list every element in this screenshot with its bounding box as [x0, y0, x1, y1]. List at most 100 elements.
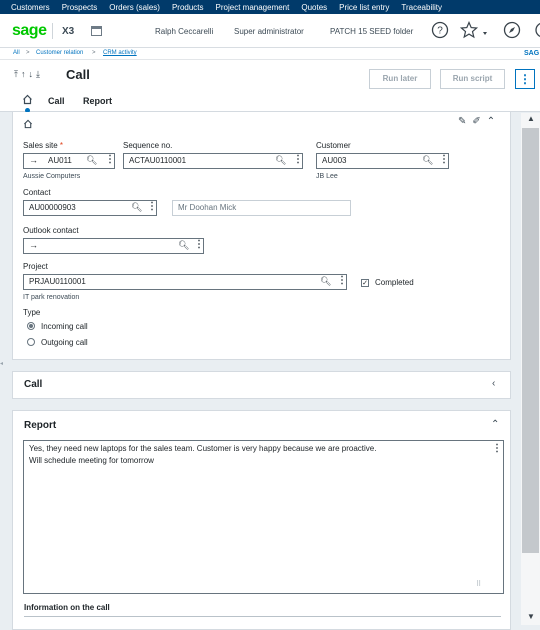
vertical-dots-icon[interactable]: ⋮: [439, 154, 449, 165]
nav-project-management[interactable]: Project management: [210, 3, 296, 12]
outlook-contact-field[interactable]: → 🔍︎ ⋮: [23, 238, 204, 254]
report-textarea[interactable]: Yes, they need new laptops for the sales…: [23, 440, 504, 594]
completed-label: Completed: [375, 278, 414, 287]
panel-resize-handle[interactable]: ◂: [0, 360, 3, 367]
contact-label: Contact: [23, 188, 51, 197]
tab-call[interactable]: Call: [48, 96, 65, 106]
chevron-down-icon: [483, 32, 487, 35]
nav-products[interactable]: Products: [166, 3, 210, 12]
calendar-icon[interactable]: [91, 26, 102, 36]
completed-checkbox[interactable]: ✓: [361, 279, 369, 287]
magnifier-icon[interactable]: 🔍︎: [86, 155, 97, 166]
sequence-label: Sequence no.: [123, 141, 173, 150]
vertical-dots-icon[interactable]: ⋮: [194, 239, 204, 250]
breadcrumb-separator-icon: >: [26, 50, 30, 56]
magnifier-icon[interactable]: 🔍︎: [275, 155, 286, 166]
project-description: IT park renovation: [23, 294, 80, 301]
customer-field[interactable]: AU003 🔍︎ ⋮: [316, 153, 449, 169]
customer-description: JB Lee: [316, 173, 338, 180]
sequence-value: ACTAU0110001: [129, 156, 187, 165]
breadcrumb-crm-activity[interactable]: CRM activity: [103, 50, 137, 56]
run-later-button[interactable]: Run later: [369, 69, 431, 89]
vertical-dots-icon[interactable]: ⋮: [293, 154, 303, 165]
sequence-field[interactable]: ACTAU0110001 🔍︎ ⋮: [123, 153, 303, 169]
arrow-right-icon: →: [29, 240, 38, 250]
pin-icon[interactable]: ✎: [458, 116, 472, 127]
page-title: Call: [66, 67, 90, 82]
logo-divider: [52, 23, 53, 39]
star-icon[interactable]: [460, 21, 488, 39]
breadcrumb-separator-icon: >: [92, 50, 96, 56]
more-actions-icon[interactable]: ⋮: [515, 69, 535, 89]
magnifier-icon[interactable]: 🔍︎: [131, 202, 142, 213]
arrow-right-icon: →: [29, 155, 38, 165]
sage-logo[interactable]: sage: [12, 22, 47, 40]
outgoing-call-label: Outgoing call: [41, 338, 88, 347]
call-section[interactable]: Call ‹: [12, 371, 511, 399]
nav-orders-sales[interactable]: Orders (sales): [103, 3, 166, 12]
outgoing-call-radio[interactable]: [27, 338, 35, 346]
incoming-call-radio[interactable]: [27, 322, 35, 330]
expand-chevron-icon[interactable]: ‹: [492, 378, 495, 389]
resize-grip-icon[interactable]: ⠿: [476, 580, 481, 588]
contact-name-value: Mr Doohan Mick: [178, 203, 237, 212]
app-header: sage X3 Ralph Ceccarelli Super administr…: [0, 14, 540, 48]
project-field[interactable]: PRJAU0110001 🔍︎ ⋮: [23, 274, 347, 290]
home-icon[interactable]: [22, 94, 33, 105]
magnifier-icon[interactable]: 🔍︎: [320, 276, 331, 287]
scroll-up-icon[interactable]: ▲: [527, 114, 535, 123]
info-on-call-title: Information on the call: [24, 603, 110, 612]
breadcrumb-overflow[interactable]: SAG: [524, 50, 539, 57]
vertical-dots-icon[interactable]: ⋮: [337, 275, 347, 286]
help-icon[interactable]: ?: [431, 21, 449, 39]
project-value: PRJAU0110001: [29, 277, 86, 286]
svg-text:?: ?: [437, 26, 443, 37]
user-name[interactable]: Ralph Ceccarelli: [155, 27, 213, 36]
customer-value: AU003: [322, 156, 347, 165]
page-toolbar: ⤒↑↓⤓ Call Run later Run script ⋮ Call Re…: [0, 60, 540, 113]
vertical-dots-icon[interactable]: ⋮: [147, 201, 157, 212]
sales-site-label: Sales site *: [23, 141, 64, 150]
run-script-button[interactable]: Run script: [440, 69, 505, 89]
vertical-dots-icon[interactable]: ⋮: [105, 154, 115, 165]
nav-price-list-entry[interactable]: Price list entry: [333, 3, 395, 12]
record-navigation-arrows[interactable]: ⤒↑↓⤓: [14, 69, 43, 80]
scroll-down-icon[interactable]: ▼: [527, 612, 535, 621]
vertical-dots-icon[interactable]: ⋮: [492, 443, 502, 454]
outlook-contact-label: Outlook contact: [23, 226, 79, 235]
edit-icon[interactable]: ✐: [472, 116, 486, 127]
product-name: X3: [62, 26, 75, 37]
section-divider: [24, 616, 501, 617]
collapse-icon[interactable]: ⌃: [487, 116, 501, 127]
tab-report[interactable]: Report: [83, 96, 112, 106]
nav-traceability[interactable]: Traceability: [395, 3, 448, 12]
report-line: Yes, they need new laptops for the sales…: [29, 444, 377, 453]
nav-customers[interactable]: Customers: [0, 3, 56, 12]
call-section-title: Call: [24, 379, 43, 390]
report-section-title: Report: [24, 420, 57, 431]
magnifier-icon[interactable]: 🔍︎: [422, 155, 433, 166]
report-section: Report ⌃ Yes, they need new laptops for …: [12, 410, 511, 630]
section-tabs: Call Report: [0, 94, 300, 113]
breadcrumb-customer-relation[interactable]: Customer relation: [36, 50, 83, 56]
nav-quotes[interactable]: Quotes: [295, 3, 333, 12]
collapse-chevron-icon[interactable]: ⌃: [491, 419, 499, 430]
sales-site-value: AU011: [48, 156, 72, 165]
report-line: Will schedule meeting for tomorrow: [29, 456, 154, 465]
compass-icon[interactable]: [503, 21, 521, 39]
main-form-card: ✎✐⌃ Sales site * → AU011 🔍︎ ⋮ Aussie Com…: [12, 112, 511, 360]
card-actions: ✎✐⌃: [458, 116, 501, 127]
contact-name-field: Mr Doohan Mick: [172, 200, 351, 216]
scrollbar-thumb[interactable]: [522, 128, 539, 553]
top-navigation: Customers Prospects Orders (sales) Produ…: [0, 0, 540, 14]
contact-value: AU00000903: [29, 203, 76, 212]
customer-label: Customer: [316, 141, 351, 150]
folder-name[interactable]: PATCH 15 SEED folder: [330, 27, 413, 36]
nav-prospects[interactable]: Prospects: [56, 3, 104, 12]
breadcrumb-all[interactable]: All: [13, 50, 20, 56]
overflow-icon[interactable]: [534, 21, 540, 39]
magnifier-icon[interactable]: 🔍︎: [178, 240, 189, 251]
user-role[interactable]: Super administrator: [234, 27, 304, 36]
sales-site-field[interactable]: → AU011 🔍︎ ⋮: [23, 153, 115, 169]
contact-field[interactable]: AU00000903 🔍︎ ⋮: [23, 200, 157, 216]
